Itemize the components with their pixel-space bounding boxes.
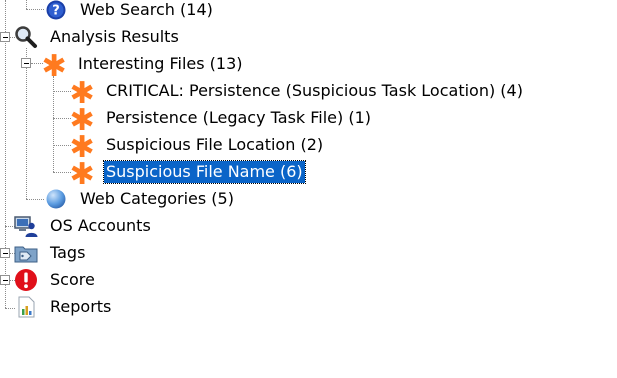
globe-icon [44, 187, 68, 211]
question-icon: ? [44, 0, 68, 22]
tree-item-web-categories[interactable]: Web Categories (5) [44, 185, 236, 212]
tree-item-interesting-files[interactable]: ✱ Interesting Files (13) [41, 48, 245, 84]
tree-item-analysis-results[interactable]: Analysis Results [14, 23, 181, 50]
tree-connector [26, 48, 27, 199]
report-icon [14, 295, 38, 319]
tree-view: ? Web Search (14) Analysis Results ✱ Int… [0, 0, 617, 378]
tag-folder-icon [14, 241, 38, 265]
tree-item-label: Suspicious File Location (2) [106, 134, 324, 154]
user-computer-icon [14, 214, 38, 238]
collapse-toggle-tags[interactable] [0, 248, 10, 258]
tree-connector [53, 118, 71, 119]
tree-connector [53, 91, 71, 92]
tree-item-label: Web Categories (5) [80, 188, 234, 208]
collapse-toggle-interesting-files[interactable] [21, 58, 31, 68]
svg-text:?: ? [52, 3, 60, 18]
tree-item-critical-persistence[interactable]: ✱ CRITICAL: Persistence (Suspicious Task… [69, 75, 525, 111]
tree-connector [26, 0, 27, 9]
tree-item-persistence-legacy[interactable]: ✱ Persistence (Legacy Task File) (1) [69, 102, 373, 138]
tree-connector [53, 145, 71, 146]
tree-connector [5, 0, 6, 308]
asterisk-icon: ✱ [69, 75, 95, 111]
tree-connector [26, 199, 44, 200]
tree-item-tags[interactable]: Tags [14, 239, 87, 266]
tree-item-label: Tags [50, 242, 86, 262]
tree-connector [26, 9, 44, 10]
collapse-toggle-score[interactable] [0, 275, 10, 285]
tree-item-label: Web Search (14) [80, 0, 213, 19]
tree-connector [53, 172, 71, 173]
tree-item-reports[interactable]: Reports [14, 293, 113, 320]
tree-item-label: OS Accounts [50, 215, 151, 235]
asterisk-icon: ✱ [69, 102, 95, 138]
exclamation-icon [14, 268, 38, 292]
collapse-toggle-analysis-results[interactable] [0, 32, 10, 42]
tree-item-suspicious-file-name[interactable]: ✱ Suspicious File Name (6) [69, 156, 306, 192]
tree-item-os-accounts[interactable]: OS Accounts [14, 212, 153, 239]
asterisk-icon: ✱ [69, 129, 95, 165]
asterisk-icon: ✱ [69, 156, 95, 192]
tree-item-label: Reports [50, 296, 112, 316]
tree-item-label: CRITICAL: Persistence (Suspicious Task L… [106, 80, 523, 100]
magnifier-icon [14, 25, 38, 49]
tree-item-label: Score [50, 269, 95, 289]
tree-item-suspicious-file-location[interactable]: ✱ Suspicious File Location (2) [69, 129, 325, 165]
tree-item-label: Analysis Results [50, 26, 179, 46]
tree-item-web-search[interactable]: ? Web Search (14) [44, 0, 215, 23]
asterisk-icon: ✱ [41, 48, 67, 84]
tree-item-label-selected: Suspicious File Name (6) [103, 159, 306, 184]
tree-item-label: Persistence (Legacy Task File) (1) [106, 107, 372, 127]
tree-item-label: Interesting Files (13) [78, 53, 243, 73]
tree-item-score[interactable]: Score [14, 266, 97, 293]
